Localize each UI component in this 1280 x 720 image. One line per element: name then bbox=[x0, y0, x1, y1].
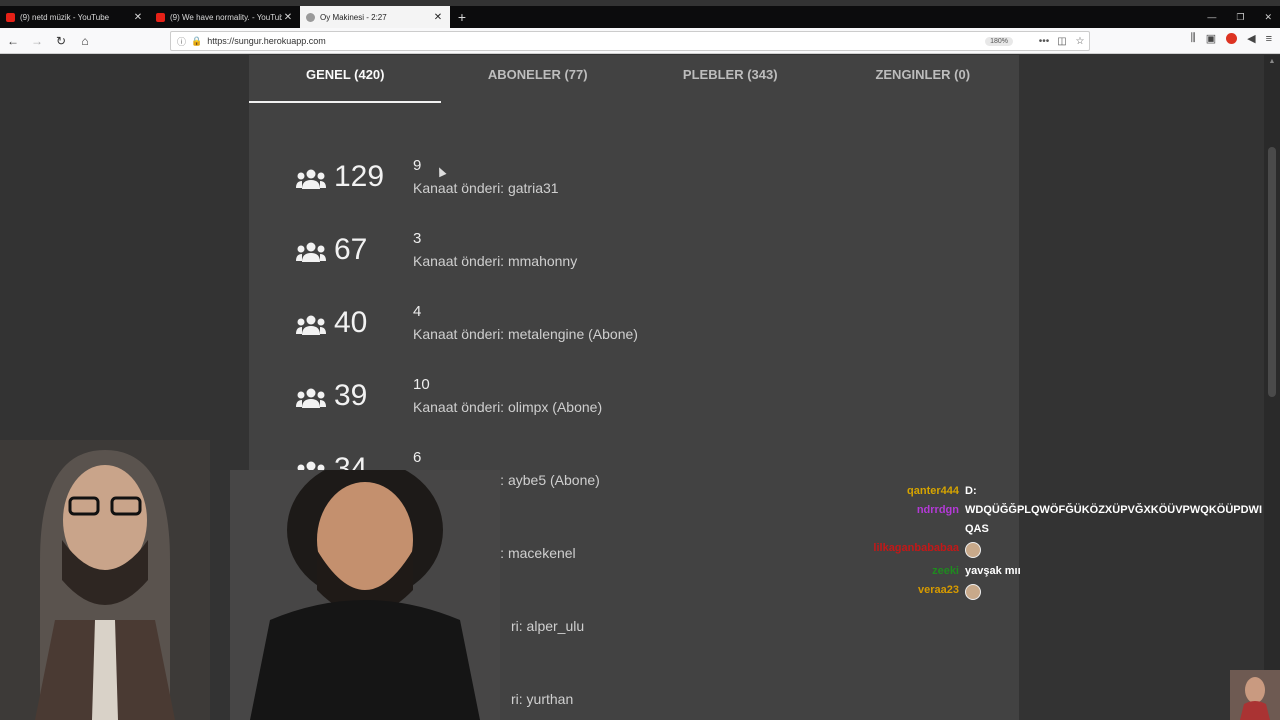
webcam-person-hooded bbox=[0, 440, 210, 720]
chat-text: yavşak mıı bbox=[965, 565, 1021, 577]
webcam-person-bearded bbox=[230, 470, 500, 720]
chat-username: ndrrdgn bbox=[916, 504, 959, 516]
opinion-leader: Kanaat önderi: gatria31 bbox=[413, 180, 559, 196]
option-number: 10 bbox=[413, 376, 430, 393]
chat-overlay: qanter444 D: ndrrdgn WDQÜĞĞPLQWÖFĞÜKÖZXÜ… bbox=[860, 485, 1280, 607]
opinion-leader: Kanaat önderi: metalengine (Abone) bbox=[413, 326, 638, 342]
webcam-left bbox=[0, 440, 210, 720]
webcam-corner bbox=[1230, 670, 1280, 720]
url-text[interactable]: https://sungur.herokuapp.com bbox=[207, 36, 985, 46]
vote-count: 40 bbox=[334, 306, 368, 339]
back-button[interactable]: ← bbox=[2, 30, 24, 52]
chat-message: zeeki yavşak mıı bbox=[860, 565, 1280, 577]
opinion-leader: ri: yurthan bbox=[511, 691, 574, 707]
webcam-person-small bbox=[1230, 670, 1280, 720]
chat-username: veraa23 bbox=[918, 584, 959, 596]
option-number: 3 bbox=[413, 230, 422, 247]
browser-tab-2[interactable]: (9) We have normality. - YouTube ✕ bbox=[150, 6, 300, 28]
tab-genel[interactable]: GENEL (420) bbox=[249, 55, 442, 103]
option-number: 4 bbox=[413, 303, 422, 320]
option-number: 9 bbox=[413, 157, 422, 174]
page-scrollbar[interactable]: ▲ bbox=[1264, 55, 1280, 720]
group-icon bbox=[296, 315, 326, 335]
addon-icon[interactable] bbox=[1226, 33, 1238, 44]
more-actions-icon[interactable]: ••• bbox=[1035, 36, 1053, 47]
chat-message: ndrrdgn WDQÜĞĞPLQWÖFĞÜKÖZXÜPVĞXKÖÜVPWQKÖ… bbox=[860, 504, 1280, 516]
vote-count: 129 bbox=[334, 160, 385, 193]
new-tab-button[interactable]: + bbox=[450, 6, 474, 28]
address-bar[interactable]: ⓘ 🔒 https://sungur.herokuapp.com 180% ••… bbox=[170, 31, 1090, 51]
category-tabs: GENEL (420) ABONELER (77) PLEBLER (343) … bbox=[249, 55, 1019, 103]
group-icon bbox=[296, 169, 326, 189]
chat-message: QAS bbox=[860, 523, 1280, 535]
forward-button[interactable]: → bbox=[26, 30, 48, 52]
info-icon[interactable]: ⓘ bbox=[177, 35, 186, 48]
vote-count: 39 bbox=[334, 379, 368, 412]
scroll-up-icon[interactable]: ▲ bbox=[1264, 58, 1280, 65]
option-number: 6 bbox=[413, 449, 422, 466]
opinion-leader: Kanaat önderi: mmahonny bbox=[413, 253, 578, 269]
group-icon bbox=[296, 242, 326, 262]
browser-tab-title: Oy Makinesi - 2:27 bbox=[320, 12, 387, 22]
chat-username: qanter444 bbox=[907, 485, 959, 497]
browser-tab-title: (9) We have normality. - YouTube bbox=[170, 12, 282, 22]
zoom-badge[interactable]: 180% bbox=[985, 36, 1013, 46]
bookmark-star-icon[interactable]: ☆ bbox=[1071, 36, 1089, 47]
vote-row: 39 10 Kanaat önderi: olimpx (Abone) bbox=[249, 374, 1019, 434]
sidebar-icon[interactable]: ▣ bbox=[1206, 32, 1216, 45]
minimize-icon[interactable]: — bbox=[1207, 12, 1216, 22]
tab-plebler[interactable]: PLEBLER (343) bbox=[634, 55, 827, 103]
youtube-icon bbox=[156, 12, 165, 22]
chat-username: lilkaganbababaa bbox=[873, 542, 959, 554]
chat-message: lilkaganbababaa bbox=[860, 542, 1280, 558]
opinion-leader: Kanaat önderi: olimpx (Abone) bbox=[413, 399, 603, 415]
browser-tab-3[interactable]: Oy Makinesi - 2:27 ✕ bbox=[300, 6, 450, 28]
chat-message: qanter444 D: bbox=[860, 485, 1280, 497]
navigation-toolbar: ← → ↻ ⌂ ⓘ 🔒 https://sungur.herokuapp.com… bbox=[0, 28, 1280, 54]
emote-icon bbox=[965, 584, 981, 600]
vote-row: 40 4 Kanaat önderi: metalengine (Abone) bbox=[249, 301, 1019, 361]
restore-icon[interactable]: ❐ bbox=[1236, 12, 1244, 23]
lock-icon[interactable]: 🔒 bbox=[191, 36, 202, 47]
tab-zenginler[interactable]: ZENGINLER (0) bbox=[827, 55, 1020, 103]
emote-icon bbox=[965, 542, 981, 558]
scrollbar-thumb[interactable] bbox=[1268, 147, 1276, 397]
vote-count: 67 bbox=[334, 233, 368, 266]
close-icon[interactable]: ✕ bbox=[132, 12, 144, 23]
chat-text: D: bbox=[965, 485, 977, 497]
speaker-icon[interactable]: ◀ bbox=[1247, 32, 1255, 45]
group-icon bbox=[296, 388, 326, 408]
chat-text: QAS bbox=[965, 523, 989, 535]
browser-tab-strip: (9) netd müzik - YouTube ✕ (9) We have n… bbox=[0, 6, 1280, 28]
window-controls: — ❐ ✕ bbox=[1207, 6, 1272, 28]
vote-row: 129 9 Kanaat önderi: gatria31 bbox=[249, 155, 1019, 215]
home-button[interactable]: ⌂ bbox=[74, 30, 96, 52]
browser-tab-1[interactable]: (9) netd müzik - YouTube ✕ bbox=[0, 6, 150, 28]
tab-aboneler[interactable]: ABONELER (77) bbox=[442, 55, 635, 103]
close-icon[interactable]: ✕ bbox=[282, 12, 294, 23]
browser-tab-title: (9) netd müzik - YouTube bbox=[20, 12, 110, 22]
youtube-icon bbox=[6, 12, 15, 22]
pocket-icon[interactable]: ◫ bbox=[1053, 36, 1071, 47]
reload-button[interactable]: ↻ bbox=[50, 30, 72, 52]
close-window-icon[interactable]: ✕ bbox=[1264, 12, 1272, 23]
library-icon[interactable]: ⫼ bbox=[1191, 32, 1196, 45]
opinion-leader: ri: alper_ulu bbox=[511, 618, 585, 634]
chat-username: zeeki bbox=[932, 565, 959, 577]
vote-row: 67 3 Kanaat önderi: mmahonny bbox=[249, 228, 1019, 288]
chat-message: veraa23 bbox=[860, 584, 1280, 600]
webcam-center bbox=[230, 470, 500, 720]
toolbar-right: ⫼ ▣ ◀ ≡ bbox=[1191, 32, 1272, 45]
close-icon[interactable]: ✕ bbox=[432, 12, 444, 23]
menu-icon[interactable]: ≡ bbox=[1266, 33, 1272, 45]
globe-icon bbox=[306, 12, 315, 22]
chat-text: WDQÜĞĞPLQWÖFĞÜKÖZXÜPVĞXKÖÜVPWQKÖÜPDWI bbox=[965, 504, 1262, 516]
